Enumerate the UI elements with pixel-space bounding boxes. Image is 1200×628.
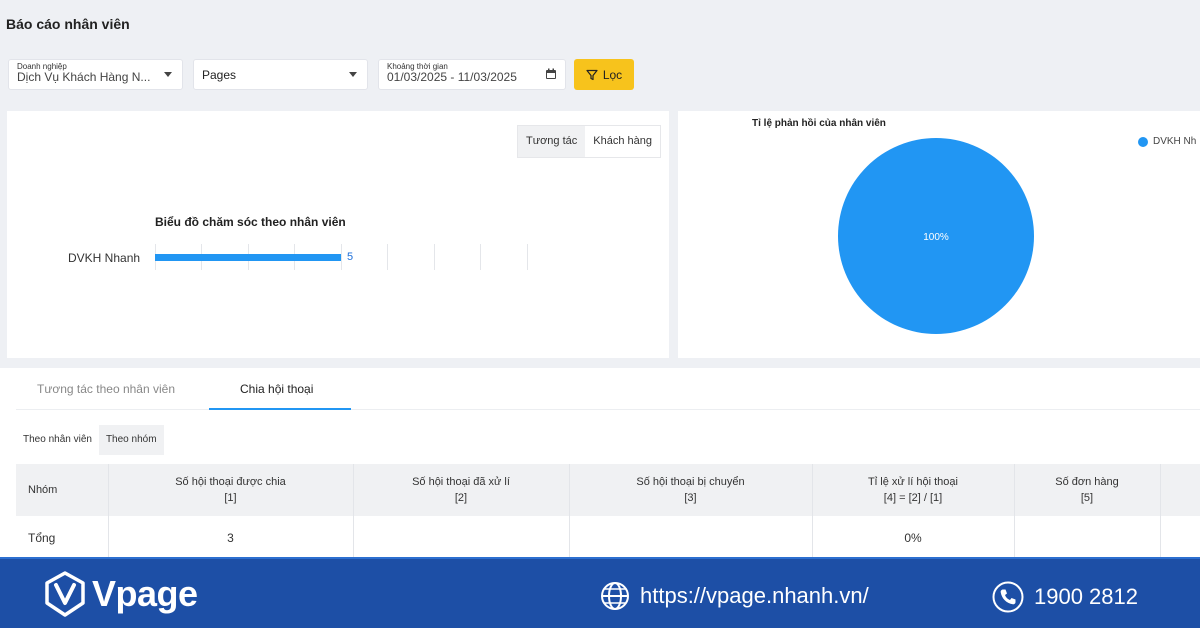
header-orders[interactable]: Số đơn hàng [5] (1014, 464, 1160, 516)
brand-logo: Vpage (44, 571, 198, 617)
tab-interaction-by-staff[interactable]: Tương tác theo nhân viên (37, 382, 175, 396)
phone-icon (992, 581, 1024, 613)
bar-value-label: 5 (347, 251, 354, 263)
website-link[interactable]: https://vpage.nhanh.vn/ (600, 581, 869, 611)
header-subtext: [3] (684, 492, 697, 504)
conversation-section: Tương tác theo nhân viên Chia hội thoại … (0, 368, 1200, 568)
table-cell: Tổng (28, 531, 56, 545)
header-text: Nhóm (28, 484, 58, 496)
business-select[interactable]: Doanh nghiệp Dịch Vụ Khách Hàng N... (8, 59, 183, 90)
chevron-down-icon (349, 72, 357, 77)
toggle-by-staff[interactable]: Theo nhân viên (16, 425, 99, 455)
channel-select[interactable]: Pages (193, 59, 368, 90)
business-value: Dịch Vụ Khách Hàng N... (17, 70, 151, 84)
pie-legend[interactable]: DVKH Nh (1138, 136, 1196, 147)
pie-slice-label: 100% (923, 232, 949, 243)
legend-label: DVKH Nh (1153, 136, 1197, 147)
table-cell: 0% (904, 531, 922, 545)
pie-chart: 100% (838, 138, 1034, 334)
grid-line (480, 244, 481, 270)
calendar-icon (546, 68, 556, 79)
phone-link[interactable]: 1900 2812 (992, 581, 1138, 613)
header-text: Số đơn hàng (1055, 476, 1119, 488)
header-subtext: [4] = [2] / [1] (883, 492, 943, 504)
header-transferred[interactable]: Số hội thoại bị chuyển [3] (569, 464, 812, 516)
phone-number: 1900 2812 (1034, 584, 1138, 609)
vpage-logo-icon (45, 571, 85, 617)
footer-banner: Vpage https://vpage.nhanh.vn/ 1900 2812 (0, 557, 1200, 628)
toggle-customer[interactable]: Khách hàng (585, 126, 660, 157)
globe-icon (601, 582, 629, 610)
grid-line (341, 244, 342, 270)
header-group[interactable]: Nhóm (16, 464, 108, 516)
bar-category-label: DVKH Nhanh (68, 251, 141, 265)
header-text: Tỉ lệ xử lí hội thoại (868, 476, 958, 488)
pie-chart-title: Tỉ lệ phản hồi của nhân viên (752, 118, 886, 129)
active-tab-indicator (209, 408, 351, 410)
header-assigned[interactable]: Số hội thoại được chia [1] (108, 464, 353, 516)
table-cell: 3 (227, 531, 234, 545)
header-text: Số hội thoại được chia (175, 476, 286, 488)
table-cell (1014, 516, 1160, 560)
bar-chart-toggle: Tương tác Khách hàng (517, 125, 661, 158)
period-picker[interactable]: Khoảng thời gian 01/03/2025 - 11/03/2025 (378, 59, 566, 90)
chevron-down-icon (164, 72, 172, 77)
legend-dot (1138, 136, 1148, 147)
grid-line (434, 244, 435, 270)
column-separator (1160, 464, 1161, 560)
bar-dvkh-nhanh (155, 254, 341, 261)
brand-name: Vpage (92, 573, 198, 614)
tab-conversation-split[interactable]: Chia hội thoại (240, 382, 313, 396)
header-subtext: [2] (454, 492, 468, 504)
group-toggle: Theo nhân viên Theo nhóm (16, 425, 164, 455)
filter-button-label: Lọc (602, 67, 623, 82)
table-cell (353, 516, 569, 560)
header-text: Số hội thoại bị chuyển (636, 476, 745, 488)
tabs-divider (16, 409, 1200, 410)
bar-chart-title: Biểu đồ chăm sóc theo nhân viên (155, 215, 346, 229)
header-process-rate[interactable]: Tỉ lệ xử lí hội thoại [4] = [2] / [1] (812, 464, 1014, 516)
funnel-icon (586, 69, 598, 80)
header-text: Số hội thoại đã xử lí (412, 476, 510, 488)
toggle-by-group[interactable]: Theo nhóm (98, 425, 164, 455)
grid-line (527, 244, 528, 270)
header-subtext: [1] (224, 492, 237, 504)
header-processed[interactable]: Số hội thoại đã xử lí [2] (353, 464, 569, 516)
grid-line (387, 244, 388, 270)
toggle-interaction[interactable]: Tương tác (518, 126, 586, 157)
header-subtext: [5] (1080, 492, 1094, 504)
channel-value: Pages (202, 68, 237, 82)
website-url: https://vpage.nhanh.vn/ (640, 583, 869, 608)
period-value: 01/03/2025 - 11/03/2025 (387, 70, 517, 84)
table-cell (569, 516, 812, 560)
page-title: Báo cáo nhân viên (6, 16, 130, 32)
filter-button[interactable]: Lọc (574, 59, 634, 90)
